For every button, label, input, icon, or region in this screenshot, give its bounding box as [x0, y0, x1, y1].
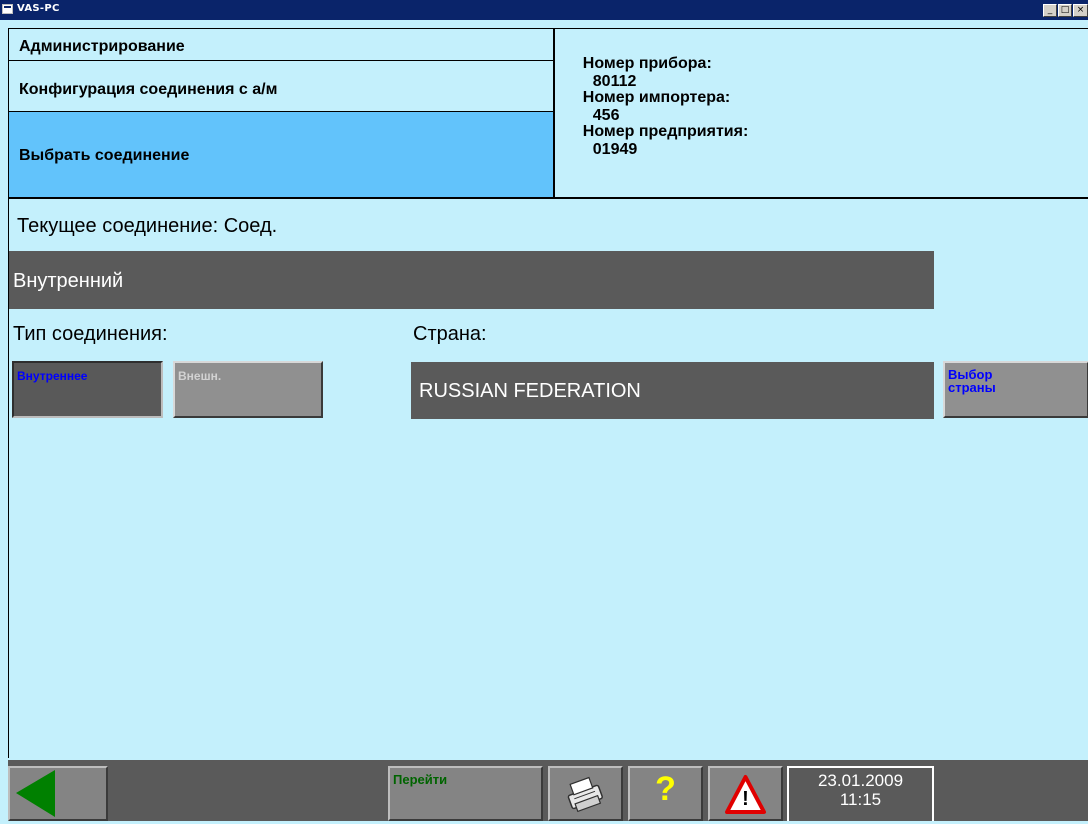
app-window-icon: [2, 4, 13, 14]
datetime-display: 23.01.2009 11:15: [787, 766, 934, 821]
warning-mark: !: [742, 788, 749, 810]
go-button[interactable]: Перейти: [388, 766, 543, 821]
close-button[interactable]: ×: [1073, 4, 1088, 17]
nav-item-administration[interactable]: Администрирование: [9, 29, 553, 61]
nav-item-connection-config[interactable]: Конфигурация соединения с а/м: [9, 61, 553, 112]
back-arrow-icon: [16, 770, 55, 817]
navigation-panel: Администрирование Конфигурация соединени…: [8, 28, 554, 198]
external-connection-button[interactable]: Внешн.: [173, 361, 323, 418]
importer-number-label: Номер импортера:: [582, 89, 731, 106]
nav-item-select-connection[interactable]: Выбрать соединение: [9, 112, 553, 197]
window-title: VAS-PC: [17, 3, 60, 14]
current-connection-label: Текущее соединение: Соед.: [17, 215, 278, 237]
window-titlebar[interactable]: VAS-PC _ □ ×: [0, 0, 1088, 20]
bottom-toolbar: Перейти ? ! 23.01.2009 11:15: [8, 760, 1088, 821]
help-button[interactable]: ?: [628, 766, 703, 821]
select-country-button[interactable]: Выбор страны: [943, 361, 1088, 418]
device-info-panel: Номер прибора: 80112 Номер импортера: 45…: [554, 28, 1088, 198]
main-content: Текущее соединение: Соед. Внутренний Тип…: [8, 198, 1088, 758]
connection-type-label: Тип соединения:: [13, 323, 168, 345]
internal-connection-button[interactable]: Внутреннее: [12, 361, 163, 418]
country-value: RUSSIAN FEDERATION: [411, 362, 934, 419]
minimize-button[interactable]: _: [1043, 4, 1057, 17]
back-button[interactable]: [8, 766, 108, 821]
enterprise-number-value: 01949: [592, 141, 638, 158]
warning-button[interactable]: !: [708, 766, 783, 821]
country-label: Страна:: [413, 323, 487, 345]
print-button[interactable]: [548, 766, 623, 821]
time-display: 11:15: [839, 790, 882, 809]
device-number-label: Номер прибора:: [582, 55, 712, 72]
maximize-button[interactable]: □: [1058, 4, 1072, 17]
enterprise-number-row: Номер предприятия: 01949: [565, 105, 749, 177]
current-connection-value: Внутренний: [9, 251, 934, 309]
printer-icon: [567, 776, 603, 813]
date-display: 23.01.2009: [817, 771, 904, 790]
select-country-label-line2: страны: [948, 380, 996, 395]
enterprise-number-label: Номер предприятия:: [582, 123, 749, 140]
help-icon: ?: [655, 770, 676, 808]
